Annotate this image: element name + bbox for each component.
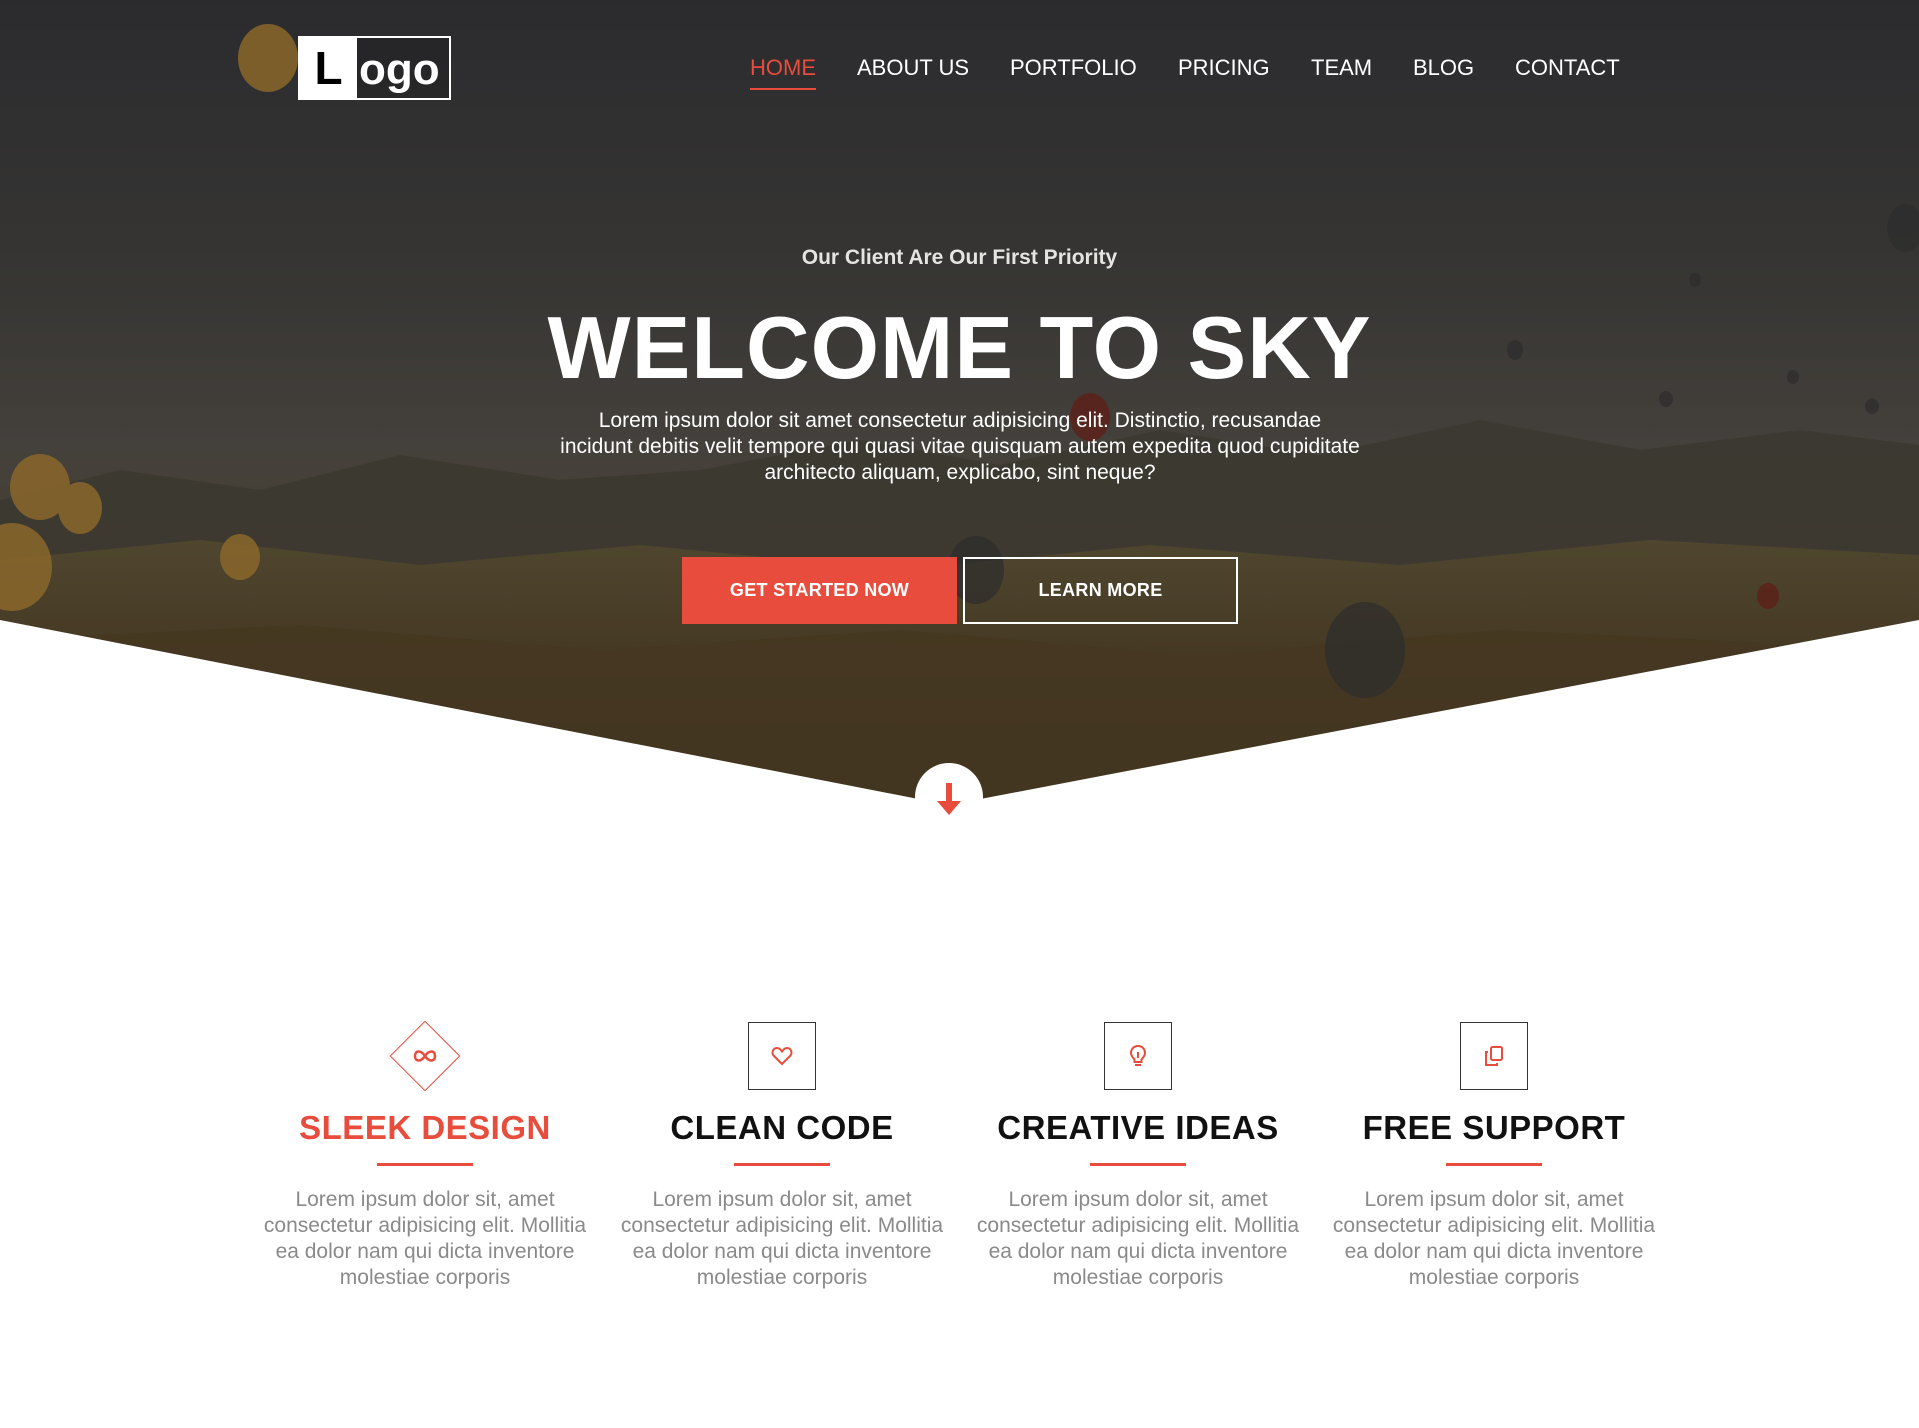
hero-section	[0, 0, 1919, 805]
nav-item-about-us[interactable]: ABOUT US	[857, 52, 969, 84]
feature-underline	[1090, 1163, 1186, 1166]
hero-bottom-shape	[0, 620, 1919, 805]
feature-text: Lorem ipsum dolor sit, amet consectetur …	[263, 1188, 587, 1289]
feature-title: FREE SUPPORT	[1362, 1109, 1626, 1146]
feature-underline	[1446, 1163, 1542, 1166]
main-navigation: HOME ABOUT US PORTFOLIO PRICING TEAM BLO…	[0, 52, 1919, 92]
nav-item-pricing[interactable]: PRICING	[1178, 52, 1270, 84]
learn-more-button[interactable]: LEARN MORE	[963, 557, 1238, 624]
nav-item-contact[interactable]: CONTACT	[1515, 52, 1620, 84]
feature-title: SLEEK DESIGN	[299, 1109, 551, 1146]
nav-item-portfolio[interactable]: PORTFOLIO	[1010, 52, 1137, 84]
hero-description: Lorem ipsum dolor sit amet consectetur a…	[560, 409, 1360, 484]
scroll-down-button[interactable]	[915, 763, 983, 831]
copy-icon	[1485, 1046, 1503, 1066]
feature-underline	[377, 1163, 473, 1166]
get-started-button[interactable]: GET STARTED NOW	[682, 557, 957, 624]
hero-title: WELCOME TO SKY	[547, 298, 1372, 397]
feature-text: Lorem ipsum dolor sit, amet consectetur …	[1332, 1188, 1656, 1289]
infinity-icon	[413, 1050, 437, 1062]
hero-tagline: Our Client Are Our First Priority	[801, 246, 1118, 269]
feature-underline	[734, 1163, 830, 1166]
nav-item-blog[interactable]: BLOG	[1413, 52, 1474, 84]
feature-text: Lorem ipsum dolor sit, amet consectetur …	[976, 1188, 1300, 1289]
heart-icon	[771, 1046, 793, 1066]
feature-title: CLEAN CODE	[670, 1109, 894, 1146]
nav-item-team[interactable]: TEAM	[1311, 52, 1372, 84]
feature-text: Lorem ipsum dolor sit, amet consectetur …	[620, 1188, 944, 1289]
nav-item-home[interactable]: HOME	[750, 52, 816, 90]
lightbulb-icon	[1129, 1044, 1147, 1066]
arrow-down-icon	[937, 783, 961, 815]
feature-title: CREATIVE IDEAS	[997, 1109, 1279, 1146]
